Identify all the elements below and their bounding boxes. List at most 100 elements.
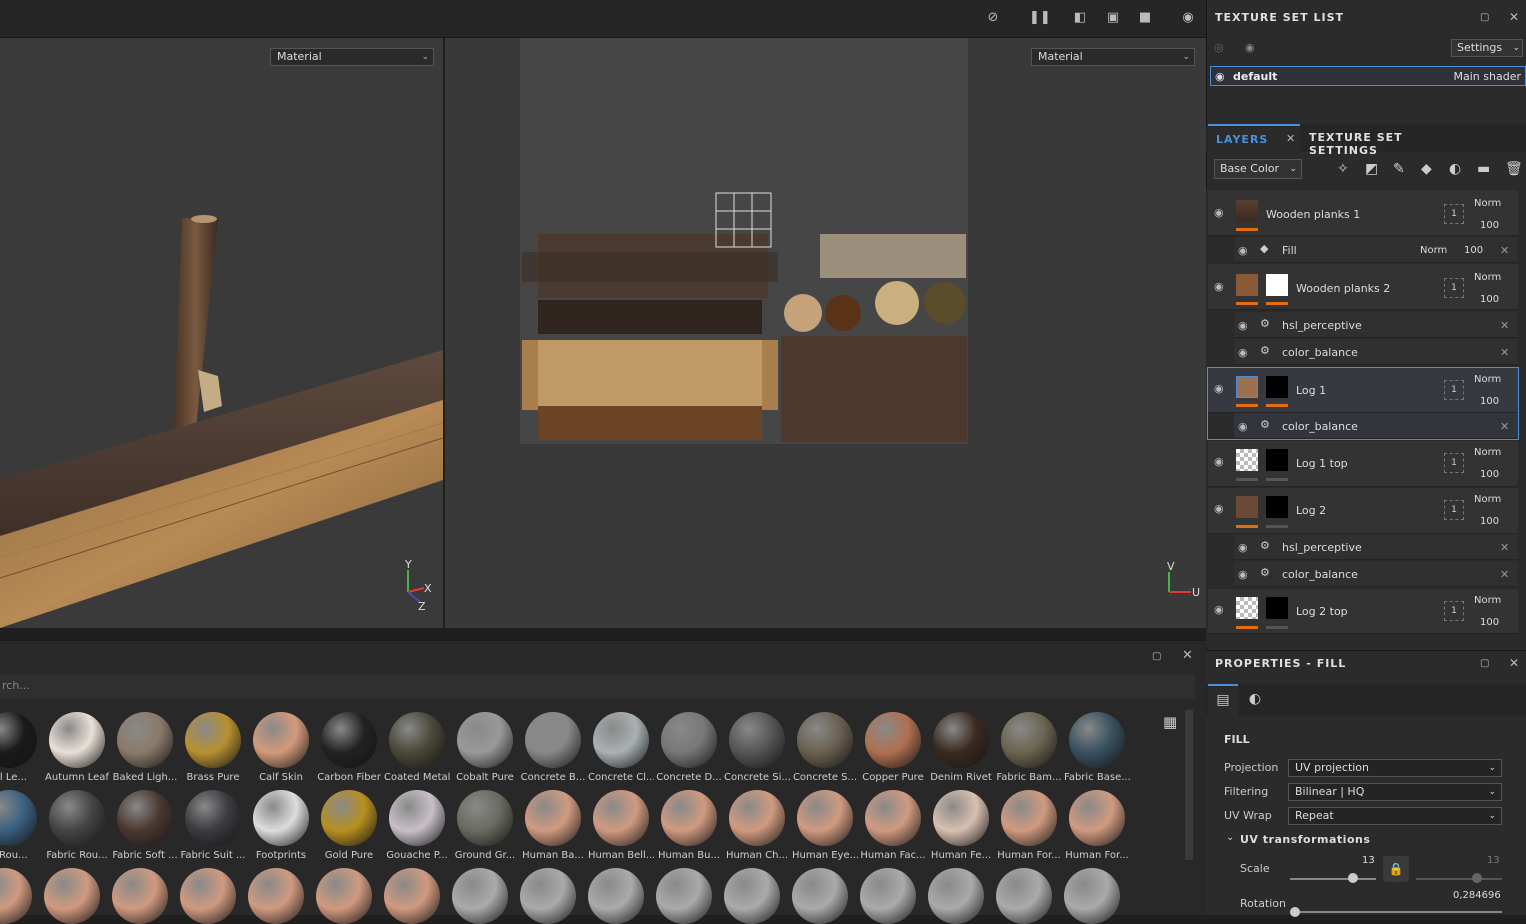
material-thumb[interactable]: Calf Skin [248,712,314,784]
hide-overlay-icon[interactable]: ⊘ [985,10,1001,26]
add-effect-icon[interactable]: ✧ [1337,161,1349,177]
close-icon[interactable]: ✕ [1500,541,1509,554]
maximize-icon[interactable]: ▢ [1480,12,1489,23]
layer-wooden-planks-1[interactable]: ◉ Wooden planks 1 1 Norm 100 [1208,190,1518,236]
eye-icon[interactable]: ◉ [1245,41,1255,54]
material-thumb[interactable]: Footprints [248,790,314,862]
chevron-down-icon[interactable]: ⌄ [1226,832,1234,843]
material-thumb[interactable]: Human Bu... [656,790,722,862]
close-icon[interactable]: ✕ [1500,319,1509,332]
material-preview[interactable] [112,868,168,924]
material-thumb[interactable]: Human Bell... [588,790,654,862]
material-thumb[interactable]: Autumn Leaf [44,712,110,784]
material-thumb[interactable]: Gold Pure [316,790,382,862]
close-icon[interactable]: ✕ [1509,10,1519,24]
pause-icon[interactable]: ❚❚ [1029,10,1051,26]
close-icon[interactable]: ✕ [1286,132,1295,145]
material-thumb[interactable]: Concrete B... [520,712,586,784]
material-thumb[interactable]: Fabric Rou... [44,790,110,862]
sub-layer-color-balance[interactable]: ◉ ⚙ color_balance ✕ [1234,561,1518,587]
material-thumb[interactable]: Fabric Suit ... [180,790,246,862]
material-thumb[interactable]: Carbon Fiber [316,712,382,784]
material-thumb[interactable]: Fabric Base... [1064,712,1130,784]
channel-select[interactable]: Base Color ⌄ [1214,159,1302,179]
sub-layer-color-balance[interactable]: ◉ ⚙ color_balance ✕ [1234,339,1518,365]
opacity-value[interactable]: 100 [1480,396,1499,407]
material-thumb[interactable]: ial Le... [0,712,42,784]
add-paint-layer-icon[interactable]: ✎ [1393,161,1405,177]
material-thumb[interactable]: Human Eye... [792,790,858,862]
material-thumb[interactable]: Denim Rivet [928,712,994,784]
material-mode-select-2d[interactable]: Material ⌄ [1031,48,1195,66]
material-thumb[interactable]: Gouache P... [384,790,450,862]
close-icon[interactable]: ✕ [1500,346,1509,359]
material-thumb[interactable]: Concrete D... [656,712,722,784]
eye-icon[interactable]: ◉ [1238,244,1248,257]
material-thumb[interactable]: Fabric Bam... [996,712,1062,784]
material-thumb[interactable]: Brass Pure [180,712,246,784]
eye-icon[interactable]: ◉ [1214,206,1224,219]
tab-texture-set-settings[interactable]: TEXTURE SET SETTINGS [1302,124,1476,157]
eye-icon[interactable]: ◉ [1214,603,1224,616]
layer-wooden-planks-2[interactable]: ◉ Wooden planks 2 1 Norm 100 [1208,264,1518,310]
layer-log-2[interactable]: ◉ Log 2 1 Norm 100 [1208,488,1518,534]
material-preview[interactable] [724,868,780,924]
material-preview[interactable] [0,868,32,924]
camera-video-icon[interactable]: ■ [1137,10,1153,26]
material-thumb[interactable]: Human Fac... [860,790,926,862]
eye-icon[interactable]: ◉ [1238,420,1248,433]
material-thumb[interactable]: Copper Pure [860,712,926,784]
layer-log-1[interactable]: ◉ Log 1 1 Norm 100 [1208,368,1518,413]
material-thumb[interactable]: Human Fe... [928,790,994,862]
close-icon[interactable]: ✕ [1500,420,1509,433]
uv-transformations-title[interactable]: UV transformations [1240,833,1370,846]
projection-select[interactable]: UV projection ⌄ [1288,759,1502,777]
filtering-select[interactable]: Bilinear | HQ ⌄ [1288,783,1502,801]
material-thumb[interactable]: Human For... [996,790,1062,862]
blend-mode[interactable]: Norm [1420,245,1447,256]
shelf-scrollbar[interactable] [1185,710,1193,860]
material-preview[interactable] [928,868,984,924]
eye-icon[interactable]: ◉ [1238,319,1248,332]
sub-layer-color-balance[interactable]: ◉ ⚙ color_balance ✕ [1234,413,1518,439]
opacity-value[interactable]: 100 [1480,469,1499,480]
rotation-value[interactable]: 0,284696 [1453,890,1501,901]
scale-value[interactable]: 13 [1362,855,1375,866]
viewport-3d[interactable]: Material ⌄ Y X Z [0,38,443,628]
material-thumb[interactable]: Concrete Cl... [588,712,654,784]
close-icon[interactable]: ✕ [1500,244,1509,257]
material-thumb[interactable]: Human For... [1064,790,1130,862]
opacity-value[interactable]: 100 [1480,294,1499,305]
close-icon[interactable]: ✕ [1500,568,1509,581]
material-thumb[interactable]: Human Ba... [520,790,586,862]
texture-set-item-default[interactable]: ◉ default Main shader [1210,66,1526,86]
sub-layer-hsl[interactable]: ◉ ⚙ hsl_perceptive ✕ [1234,534,1518,560]
material-icon[interactable]: ◐ [1240,684,1270,716]
layer-log-1-top[interactable]: ◉ Log 1 top 1 Norm 100 [1208,441,1518,487]
rotation-slider-handle[interactable] [1290,907,1300,917]
sub-layer-hsl[interactable]: ◉ ⚙ hsl_perceptive ✕ [1234,312,1518,338]
material-preview[interactable] [180,868,236,924]
material-mode-select-3d[interactable]: Material ⌄ [270,48,434,66]
material-thumb[interactable]: Fabric Soft ... [112,790,178,862]
add-folder-icon[interactable]: ▬ [1477,161,1490,177]
material-preview[interactable] [1064,868,1120,924]
sub-layer-fill[interactable]: ◉ ◆ Fill Norm 100 ✕ [1234,237,1518,263]
viewport-2d[interactable]: Material ⌄ V U [445,38,1206,628]
opacity-value[interactable]: 100 [1480,516,1499,527]
blend-mode[interactable]: Norm [1474,272,1501,283]
material-thumb[interactable]: Concrete Si... [724,712,790,784]
eye-icon[interactable]: ◉ [1214,502,1224,515]
rotation-slider[interactable] [1290,911,1502,913]
lock-icon[interactable]: 🔒 [1383,856,1409,882]
blend-mode[interactable]: Norm [1474,198,1501,209]
material-preview[interactable] [316,868,372,924]
eye-icon[interactable]: ◉ [1238,346,1248,359]
material-thumb[interactable]: Concrete S... [792,712,858,784]
eye-icon[interactable]: ◉ [1214,280,1224,293]
eye-icon[interactable]: ◉ [1238,568,1248,581]
blend-mode[interactable]: Norm [1474,494,1501,505]
maximize-icon[interactable]: ▢ [1152,651,1161,662]
material-preview[interactable] [792,868,848,924]
eye-icon[interactable]: ◉ [1214,455,1224,468]
